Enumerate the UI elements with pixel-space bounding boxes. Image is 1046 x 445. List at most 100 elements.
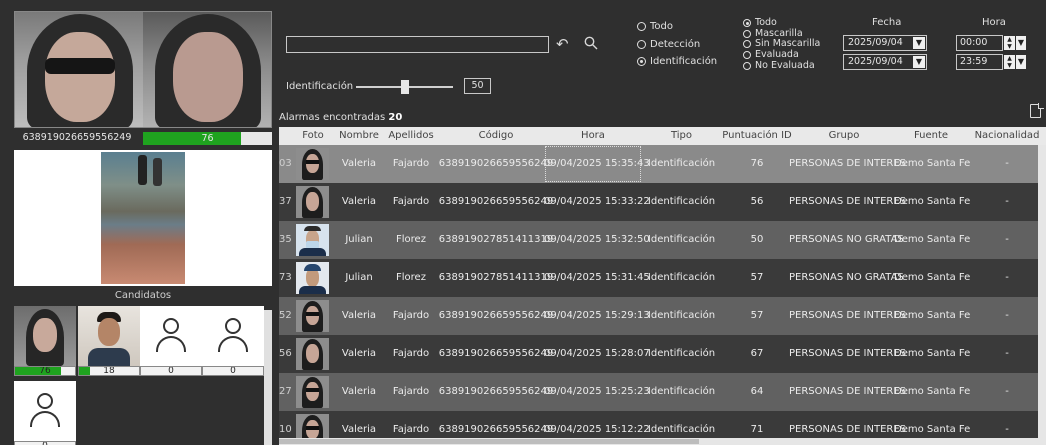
column-header-foto[interactable]: Foto: [291, 127, 335, 145]
cell-fuente: Demo Santa Fe: [894, 272, 971, 283]
undo-icon[interactable]: ↶: [556, 37, 569, 52]
search-input[interactable]: [286, 36, 549, 53]
time-from-picker[interactable]: 00:00 ▲ ▼ ▼: [956, 35, 1026, 51]
cell-hora: 09/04/2025 15:35:43: [544, 145, 650, 183]
candidate-score-bar: 0: [202, 366, 264, 376]
row-photo[interactable]: [296, 186, 329, 218]
alarms-count: 20: [388, 112, 403, 123]
column-header-c-digo[interactable]: Código: [437, 127, 555, 145]
candidate-tile[interactable]: [202, 306, 264, 366]
cell-puntuacion: 64: [750, 386, 764, 397]
table-row[interactable]: 27 Valeria Fajardo 638919026659556249 09/04/…: [279, 373, 1038, 411]
spinner-icon[interactable]: ▲ ▼: [1004, 55, 1015, 69]
radio-indicator: [637, 40, 646, 49]
chevron-down-icon[interactable]: ▼: [1016, 55, 1026, 69]
column-header-nombre[interactable]: Nombre: [337, 127, 381, 145]
cell-puntuacion: 67: [750, 348, 764, 359]
column-header-apellidos[interactable]: Apellidos: [387, 127, 435, 145]
scene-snapshot[interactable]: [14, 150, 272, 286]
cell-hora: 09/04/2025 15:33:22: [544, 196, 650, 207]
date-from-picker[interactable]: 2025/09/04 ▼: [843, 35, 927, 51]
row-photo[interactable]: [296, 262, 329, 294]
table-row[interactable]: 56 Valeria Fajardo 638919026659556249 09/04/…: [279, 335, 1038, 373]
table-horizontal-scrollbar[interactable]: [279, 438, 1038, 445]
column-header-tipo[interactable]: Tipo: [644, 127, 719, 145]
row-photo[interactable]: [296, 224, 329, 256]
candidate-photo: [78, 306, 140, 366]
cell-apellidos: Florez: [396, 234, 426, 245]
candidate-score: 76: [39, 366, 51, 376]
candidate-tile[interactable]: [140, 306, 202, 366]
column-header-fuente[interactable]: Fuente: [894, 127, 968, 145]
table-row[interactable]: 35 Julian Florez 638919027851411319 09/04/20…: [279, 221, 1038, 259]
radio-mask-no-evaluada[interactable]: No Evaluada: [743, 61, 815, 71]
cell-grupo: PERSONAS NO GRATAS: [789, 272, 904, 283]
cell-nombre: Julian: [345, 234, 373, 245]
table-row[interactable]: 37 Valeria Fajardo 638919026659556249 09/04/…: [279, 183, 1038, 221]
column-header-grupo[interactable]: Grupo: [789, 127, 899, 145]
row-index: 52: [279, 310, 292, 321]
row-photo[interactable]: [296, 148, 329, 180]
cell-nacionalidad: -: [1005, 196, 1009, 207]
cell-apellidos: Florez: [396, 272, 426, 283]
table-row[interactable]: 52 Valeria Fajardo 638919026659556249 09/04/…: [279, 297, 1038, 335]
cell-nombre: Valeria: [341, 196, 377, 207]
chevron-down-icon[interactable]: ▼: [1016, 36, 1026, 50]
cell-nacionalidad: -: [1005, 158, 1009, 169]
row-photo[interactable]: [296, 376, 329, 408]
date-to-picker[interactable]: 2025/09/04 ▼: [843, 54, 927, 70]
candidate-score: 0: [230, 366, 236, 376]
spinner-icon[interactable]: ▲ ▼: [1004, 36, 1015, 50]
cell-nacionalidad: -: [1005, 310, 1009, 321]
table-row[interactable]: 73 Julian Florez 638919027851411319 09/04/20…: [279, 259, 1038, 297]
radio-type-todo[interactable]: Todo: [637, 21, 673, 32]
radio-type-deteccion[interactable]: Detección: [637, 39, 700, 50]
threshold-value[interactable]: 50: [464, 78, 491, 94]
identification-label: Identificación: [286, 81, 354, 92]
column-header-nacionalidad[interactable]: Nacionalidad: [969, 127, 1045, 145]
candidate-photo: [14, 306, 76, 366]
candidate-tile[interactable]: [78, 306, 140, 366]
person-placeholder-icon: [218, 318, 248, 352]
match-score-bar: 76: [143, 132, 272, 145]
cell-nacionalidad: -: [1005, 386, 1009, 397]
cell-fuente: Demo Santa Fe: [894, 348, 971, 359]
chevron-down-icon[interactable]: ▼: [913, 37, 925, 49]
column-header-puntuaci-n-id[interactable]: Puntuación ID: [716, 127, 798, 145]
chevron-down-icon[interactable]: ▼: [913, 56, 925, 68]
time-label: Hora: [982, 17, 1006, 28]
row-index: 56: [279, 348, 292, 359]
time-to-picker[interactable]: 23:59 ▲ ▼ ▼: [956, 54, 1026, 70]
cell-nombre: Valeria: [341, 348, 377, 359]
cell-hora: 09/04/2025 15:32:50: [544, 234, 650, 245]
candidate-tile[interactable]: [14, 381, 76, 441]
row-photo[interactable]: [296, 300, 329, 332]
candidate-tile[interactable]: [14, 306, 76, 366]
cell-apellidos: Fajardo: [392, 348, 430, 359]
search-icon[interactable]: [584, 36, 598, 53]
candidates-scrollbar[interactable]: [264, 310, 272, 445]
table-vertical-scrollbar[interactable]: [1038, 145, 1046, 445]
row-index: 27: [279, 386, 292, 397]
cell-nacionalidad: -: [1005, 272, 1009, 283]
cell-hora: 09/04/2025 15:25:23: [544, 386, 650, 397]
alarms-label: Alarmas encontradas: [279, 112, 386, 123]
cell-tipo: Identificación: [647, 386, 716, 397]
date-from-value: 2025/09/04: [848, 37, 903, 48]
threshold-slider-thumb[interactable]: [400, 80, 409, 94]
radio-mask-sin-mascarilla[interactable]: Sin Mascarilla: [743, 39, 820, 49]
capture-photo: [15, 12, 143, 127]
radio-type-identificacion[interactable]: Identificación: [637, 56, 717, 67]
radio-mask-todo[interactable]: Todo: [743, 18, 777, 28]
column-header-hora[interactable]: Hora: [544, 127, 642, 145]
radio-mask-evaluada[interactable]: Evaluada: [743, 50, 799, 60]
candidate-score-bar: 76: [14, 366, 76, 376]
table-row[interactable]: 03 Valeria Fajardo 638919026659556249 09/04/…: [279, 145, 1038, 183]
export-file-icon[interactable]: [1030, 104, 1041, 118]
cell-puntuacion: 56: [750, 196, 764, 207]
cell-hora: 09/04/2025 15:28:07: [544, 348, 650, 359]
row-photo[interactable]: [296, 338, 329, 370]
candidate-score: 0: [168, 366, 174, 376]
date-label: Fecha: [872, 17, 902, 28]
match-score-value: 76: [201, 133, 214, 144]
